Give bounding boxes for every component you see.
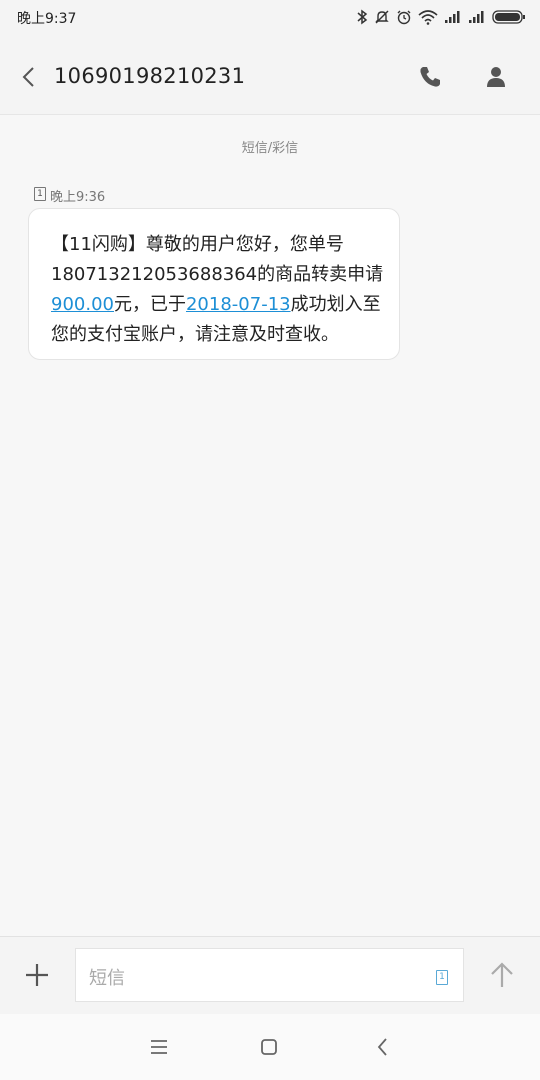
sim-select-icon[interactable]: 1 [436,970,448,985]
back-icon [377,1038,387,1056]
date-link[interactable]: 2018-07-13 [186,294,291,315]
contact-icon [487,67,505,87]
home-button[interactable] [256,1034,282,1060]
message-input-placeholder: 短信 [89,968,125,989]
send-button[interactable] [484,957,520,993]
recent-apps-button[interactable] [146,1034,172,1060]
nav-back-button[interactable] [370,1034,396,1060]
wifi-icon [418,10,438,25]
contact-button[interactable] [480,61,512,93]
phone-icon [420,67,440,87]
message-text: 元，已于 [113,294,186,315]
call-button[interactable] [414,61,446,93]
battery-icon [492,10,525,24]
bluetooth-icon [357,9,368,25]
signal-icon [445,11,460,23]
status-time: 晚上9:37 [17,11,77,27]
plus-icon [26,964,48,986]
send-arrow-icon [491,962,513,987]
contact-title: 10690198210231 [54,64,246,88]
menu-icon [151,1040,167,1054]
message-line-4: 您的支付宝账户，请注意及时查收。 [51,324,339,345]
mute-icon [375,10,389,24]
message-timestamp: 晚上9:36 [50,190,106,205]
message-line-1: 【11闪购】尊敬的用户您好，您单号 [51,234,344,255]
back-arrow-icon [22,67,34,87]
message-line-3: 900.00元，已于2018-07-13成功划入至 [51,290,381,316]
back-button[interactable] [14,62,44,92]
message-text: 成功划入至 [290,294,381,315]
home-icon [261,1039,277,1055]
message-input[interactable] [75,948,464,1002]
status-icons [356,6,526,28]
alarm-icon [397,10,411,25]
channel-label: 短信/彩信 [241,141,299,156]
amount-link[interactable]: 900.00 [51,294,114,315]
add-attachment-button[interactable] [22,960,52,990]
message-line-2: 180713212053688364的商品转卖申请 [51,264,384,285]
signal-icon [469,11,484,23]
sim-icon: 1 [34,187,46,201]
